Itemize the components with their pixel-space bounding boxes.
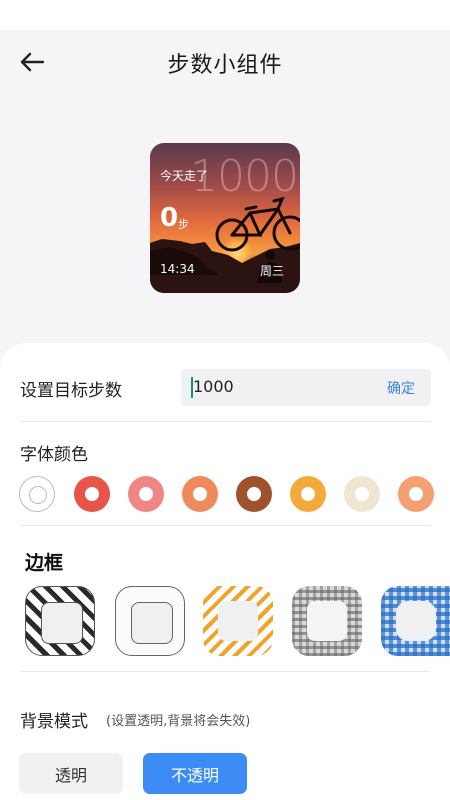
- status-bar: [0, 0, 450, 30]
- transparent-button[interactable]: 透明: [19, 753, 123, 794]
- color-swatch-coral[interactable]: [182, 476, 218, 512]
- frame-blue-gingham[interactable]: [381, 586, 450, 656]
- divider: [20, 525, 430, 526]
- goal-label: 设置目标步数: [20, 381, 122, 401]
- color-swatch-brown[interactable]: [236, 476, 272, 512]
- frame-diagonal-stripes[interactable]: [25, 586, 95, 656]
- color-swatch-red[interactable]: [74, 476, 110, 512]
- goal-steps-value[interactable]: 1000: [193, 377, 234, 396]
- color-swatch-white[interactable]: [19, 476, 55, 512]
- swatch-hole: [355, 487, 369, 501]
- font-color-label: 字体颜色: [20, 445, 88, 465]
- widget-time: 14:34: [160, 262, 195, 276]
- color-swatch-cream[interactable]: [344, 476, 380, 512]
- widget-weekday: 周三: [259, 264, 284, 278]
- opaque-button[interactable]: 不透明: [143, 753, 247, 794]
- confirm-button[interactable]: 确定: [387, 378, 415, 398]
- today-label: 今天走了: [160, 169, 209, 183]
- background-mode-note: (设置透明,背景将会失效): [106, 714, 251, 729]
- divider: [20, 421, 430, 422]
- swatch-hole: [193, 487, 207, 501]
- frame-inner: [218, 601, 258, 641]
- color-swatch-pink[interactable]: [128, 476, 164, 512]
- steps-unit: 步: [178, 218, 189, 231]
- font-color-swatches: [19, 476, 439, 512]
- background-mode-label: 背景模式: [20, 712, 88, 732]
- frame-inner: [41, 602, 83, 644]
- top-bar: 步数小组件: [0, 30, 450, 94]
- swatch-hole: [85, 487, 99, 501]
- text-cursor: [191, 377, 193, 398]
- swatch-hole: [139, 487, 153, 501]
- frame-options: [25, 586, 450, 656]
- steps-count: 0: [160, 203, 179, 233]
- goal-steps-input[interactable]: 1000 确定: [181, 369, 431, 406]
- swatch-hole: [409, 487, 423, 501]
- frame-inner: [396, 601, 436, 641]
- color-swatch-peach[interactable]: [398, 476, 434, 512]
- settings-sheet: 设置目标步数 1000 确定 字体颜色 边框 背景模式 (设置透明,背景将会失效…: [0, 343, 450, 800]
- divider: [20, 671, 430, 672]
- swatch-hole: [301, 487, 315, 501]
- swatch-hole: [247, 487, 261, 501]
- selected-indicator: [29, 486, 47, 504]
- frame-label: 边框: [25, 552, 64, 574]
- widget-preview: 1000 今天走了 0 步 14:34 周三: [150, 143, 300, 293]
- frame-orange-stripes[interactable]: [203, 586, 273, 656]
- color-swatch-orange[interactable]: [290, 476, 326, 512]
- frame-plain-outline[interactable]: [115, 586, 185, 656]
- frame-inner: [307, 601, 347, 641]
- page-title: 步数小组件: [167, 53, 283, 78]
- frame-inner: [131, 602, 173, 644]
- frame-gray-plaid[interactable]: [292, 586, 362, 656]
